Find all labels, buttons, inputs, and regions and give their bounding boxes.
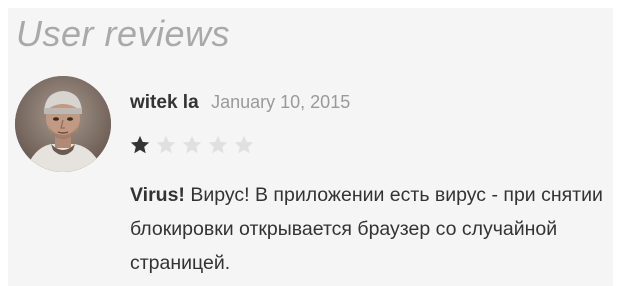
review-item: witek la January 10, 2015 Virus! Вирус! … bbox=[8, 70, 613, 286]
author-name[interactable]: witek la bbox=[130, 92, 199, 113]
review-text: Virus! Вирус! В приложении есть вирус - … bbox=[130, 178, 608, 280]
review-date: January 10, 2015 bbox=[211, 92, 351, 112]
star-rating bbox=[129, 134, 255, 156]
section-title: User reviews bbox=[16, 13, 231, 54]
star-icon bbox=[130, 135, 150, 154]
user-reviews-panel: User reviews witek la January 10, 2015 V… bbox=[8, 8, 613, 286]
review-body-text: Вирус! В приложении есть вирус - при сня… bbox=[130, 184, 603, 274]
review-author-line: witek la January 10, 2015 bbox=[130, 92, 350, 114]
star-icon bbox=[208, 135, 228, 154]
star-icon bbox=[182, 135, 202, 154]
user-avatar[interactable] bbox=[15, 76, 111, 172]
star-icon bbox=[234, 135, 254, 154]
star-icon bbox=[156, 135, 176, 154]
avatar-photo bbox=[15, 76, 111, 172]
review-title: Virus! bbox=[130, 184, 185, 206]
